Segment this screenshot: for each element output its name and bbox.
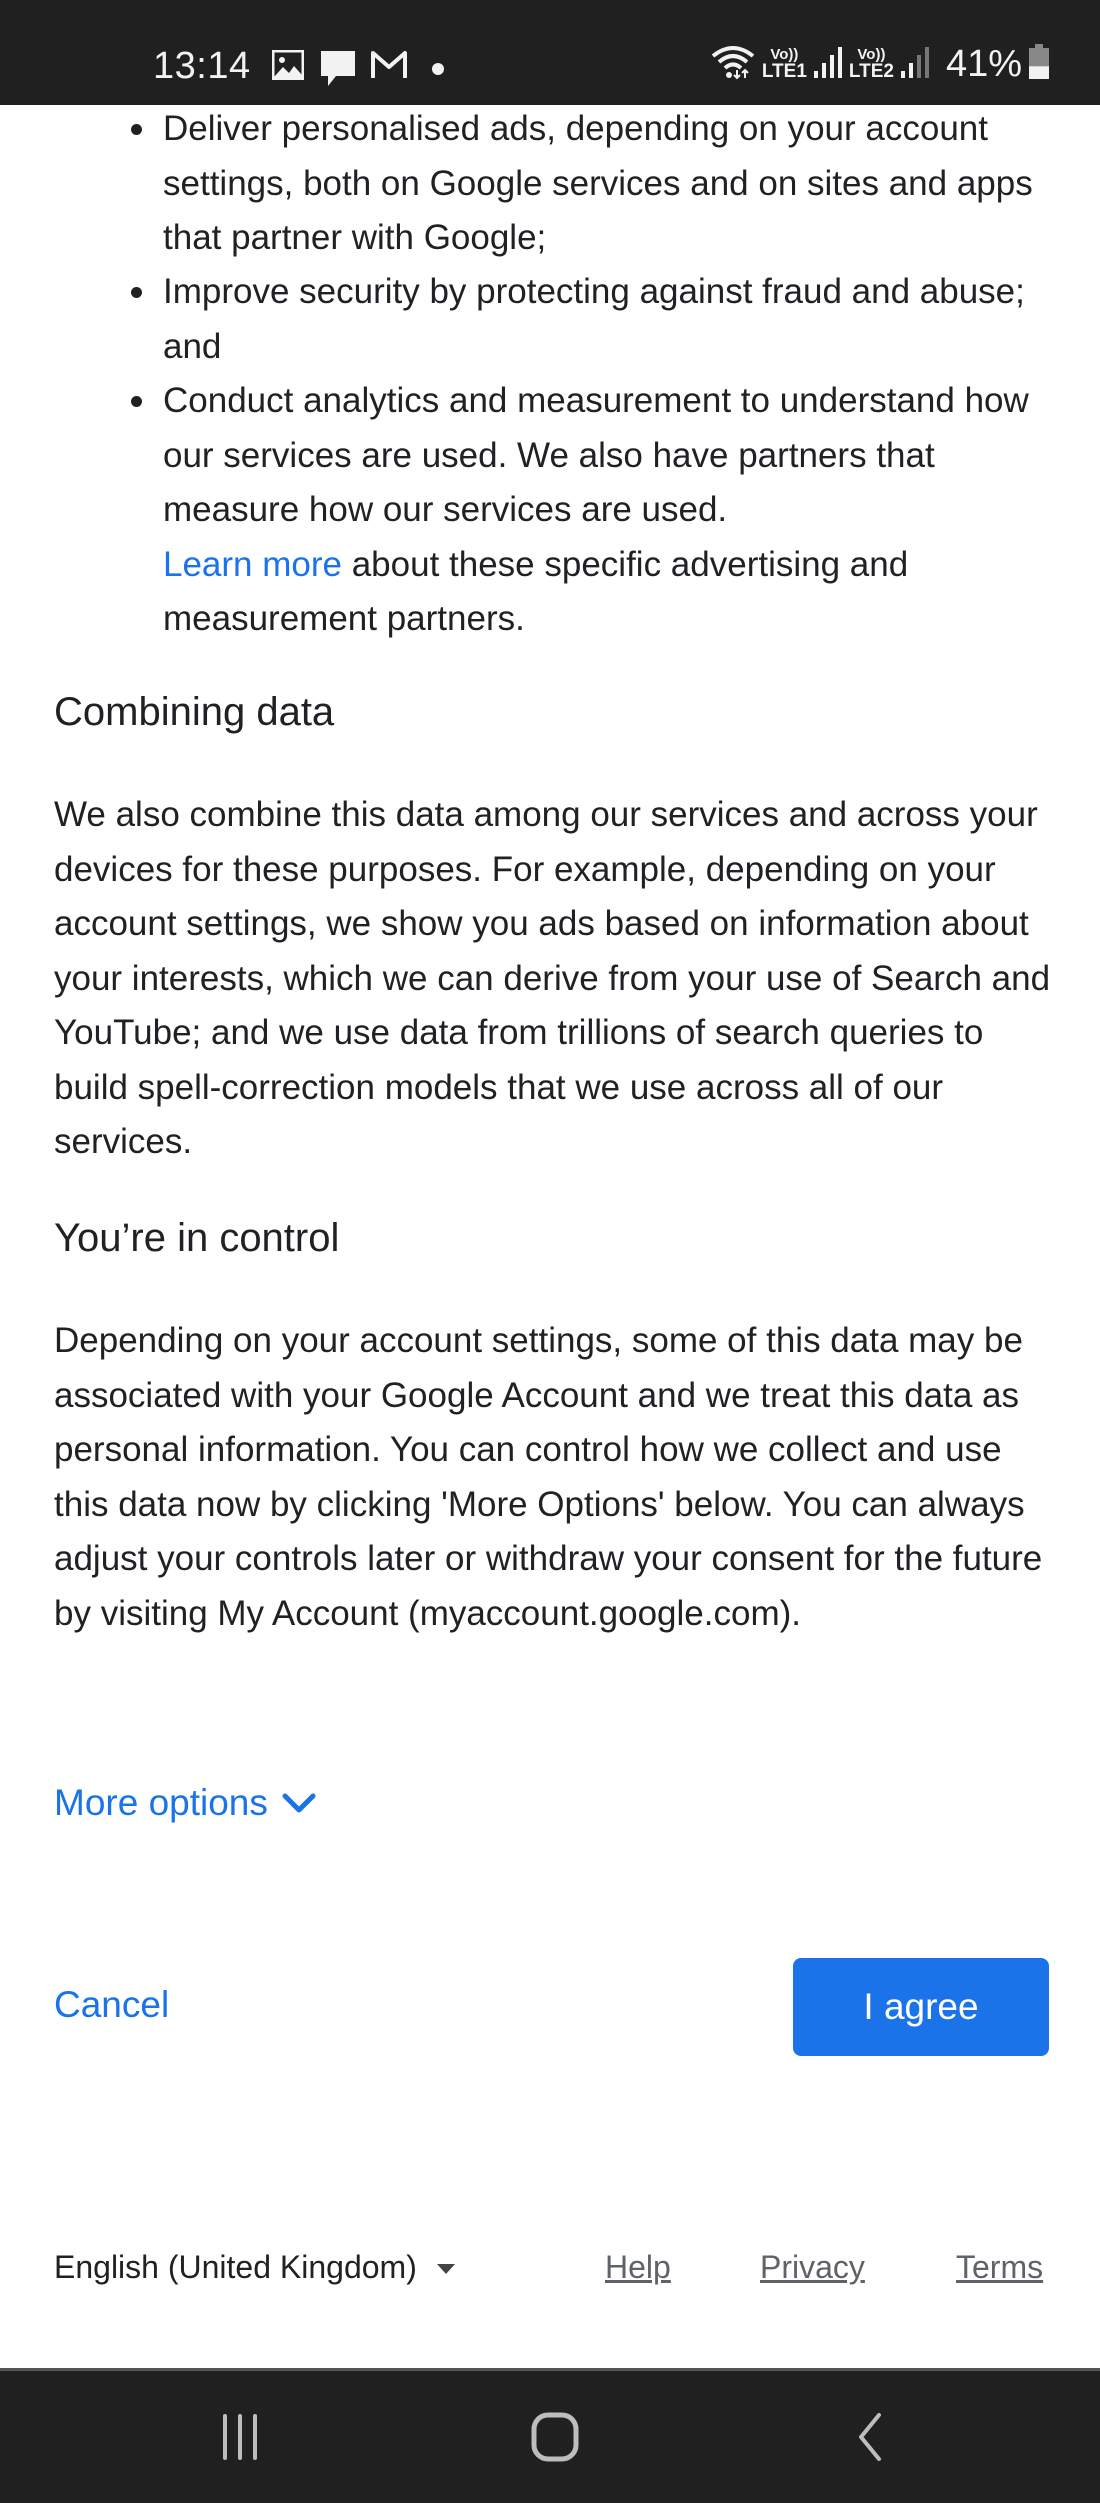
status-bar: 13:14 Vo)) LTE1 Vo)) LTE2 41% <box>0 0 1100 105</box>
back-icon <box>859 2413 881 2461</box>
back-button[interactable] <box>810 2371 930 2503</box>
footer: English (United Kingdom) Help Privacy Te… <box>0 2242 1100 2292</box>
recent-apps-button[interactable] <box>180 2371 300 2503</box>
section-body-combining-data: We also combine this data among our serv… <box>54 795 1051 1161</box>
list-item: Deliver personalised ads, depending on y… <box>131 102 1053 266</box>
home-icon <box>531 2412 579 2462</box>
signal-icon-sim2 <box>900 45 930 84</box>
sim1-volte: Vo)) <box>770 46 799 63</box>
bullet-icon <box>131 124 142 135</box>
list-item-text: Deliver personalised ads, depending on y… <box>163 109 1033 257</box>
status-time: 13:14 <box>153 45 251 87</box>
gallery-icon <box>271 49 305 85</box>
battery-icon <box>1028 43 1050 85</box>
learn-more-link[interactable]: Learn more <box>163 545 342 584</box>
battery-percent: 41% <box>945 43 1022 85</box>
sim2-label: Vo)) LTE2 <box>849 47 894 81</box>
privacy-link[interactable]: Privacy <box>760 2242 865 2292</box>
signal-icon-sim1 <box>813 45 843 84</box>
system-navigation-bar <box>0 2368 1100 2503</box>
more-options-label: More options <box>54 1782 268 1823</box>
chevron-down-icon <box>282 1778 316 1828</box>
list-item: Conduct analytics and measurement to und… <box>131 374 1053 647</box>
terms-link[interactable]: Terms <box>956 2242 1043 2292</box>
caret-down-icon <box>436 2264 455 2274</box>
sim2-network: LTE2 <box>848 61 894 82</box>
sim1-label: Vo)) LTE1 <box>762 47 807 81</box>
home-button[interactable] <box>495 2371 615 2503</box>
language-label: English (United Kingdom) <box>54 2249 417 2285</box>
section-body-in-control: Depending on your account settings, some… <box>54 1321 1043 1633</box>
wifi-icon <box>710 44 756 85</box>
list-item-text: Improve security by protecting against f… <box>163 272 1025 366</box>
list-item: Improve security by protecting against f… <box>131 265 1053 374</box>
section-heading-combining-data: Combining data <box>54 690 335 734</box>
cancel-button[interactable]: Cancel <box>54 1980 169 2030</box>
agree-button[interactable]: I agree <box>793 1958 1049 2056</box>
sim2-volte: Vo)) <box>857 46 886 63</box>
sim1-network: LTE1 <box>761 61 807 82</box>
recent-apps-icon <box>223 2414 257 2460</box>
status-indicators: Vo)) LTE1 Vo)) LTE2 41% <box>710 42 1050 86</box>
help-link[interactable]: Help <box>605 2242 671 2292</box>
bullet-icon <box>131 287 142 298</box>
language-selector[interactable]: English (United Kingdom) <box>54 2242 455 2292</box>
section-heading-in-control: You’re in control <box>54 1216 340 1260</box>
dot-icon <box>432 62 444 80</box>
more-options-button[interactable]: More options <box>54 1778 316 1828</box>
gmail-icon <box>370 50 408 85</box>
message-icon <box>320 50 356 93</box>
list-item-text: Conduct analytics and measurement to und… <box>163 381 1029 529</box>
bullet-icon <box>131 396 142 407</box>
